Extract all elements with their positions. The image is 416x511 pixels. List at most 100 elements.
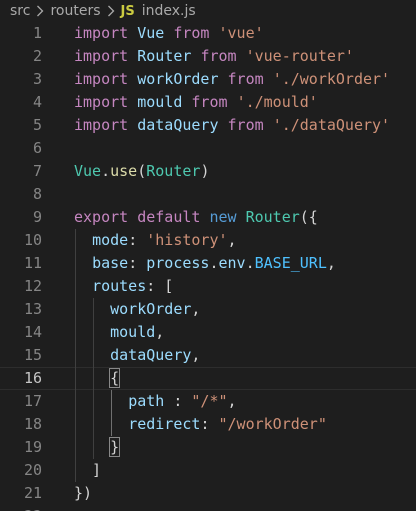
code-line[interactable]: 5 import dataQuery from './dataQuery' <box>0 114 416 137</box>
code-token: . <box>101 162 111 180</box>
line-text: import Router from 'vue-router' <box>74 45 354 68</box>
code-token: } <box>109 437 121 457</box>
code-line[interactable]: 6 <box>0 137 416 160</box>
code-token: "/*" <box>191 392 228 410</box>
line-number: 18 <box>23 415 42 433</box>
code-token: workOrder <box>137 70 219 88</box>
breadcrumb-folder-routers[interactable]: routers <box>50 3 100 19</box>
line-text: import dataQuery from './dataQuery' <box>74 114 390 137</box>
code-line[interactable]: 3 import workOrder from './workOrder' <box>0 68 416 91</box>
line-number: 13 <box>23 300 42 318</box>
code-line[interactable]: 7 Vue.use(Router) <box>0 160 416 183</box>
code-line[interactable]: 13 workOrder, <box>0 298 416 321</box>
code-token: "/workOrder" <box>218 415 327 433</box>
code-line[interactable]: 21}) <box>0 482 416 505</box>
code-token: import <box>74 116 129 134</box>
code-token: from <box>191 93 228 111</box>
code-token: 'history' <box>146 231 228 249</box>
code-token: ( <box>137 162 147 180</box>
line-text: workOrder, <box>74 298 200 321</box>
line-number: 16 <box>23 369 42 387</box>
line-number: 8 <box>32 185 42 203</box>
code-token: dataQuery <box>110 346 192 364</box>
code-token: ) <box>200 162 210 180</box>
code-token: workOrder <box>110 300 192 318</box>
line-text: Vue.use(Router) <box>74 160 209 183</box>
breadcrumb-file-name[interactable]: index.js <box>142 3 196 19</box>
breadcrumb-folder-src[interactable]: src <box>10 3 30 19</box>
code-token: 'vue-router' <box>245 47 354 65</box>
line-number: 10 <box>23 231 42 249</box>
line-number: 4 <box>32 93 42 111</box>
code-line[interactable]: 14 mould, <box>0 321 416 344</box>
breadcrumb: src routers JS index.js <box>0 0 416 22</box>
code-token: Router <box>146 162 201 180</box>
code-line[interactable]: 17 path : "/*", <box>0 390 416 413</box>
code-token: { <box>109 368 121 388</box>
code-line[interactable]: 12 routes: [ <box>0 275 416 298</box>
code-line[interactable]: 16 { <box>0 367 416 390</box>
code-line[interactable]: 10 mode: 'history', <box>0 229 416 252</box>
line-number: 9 <box>32 208 42 226</box>
line-text: import Vue from 'vue' <box>74 22 264 45</box>
code-token: './mould' <box>236 93 318 111</box>
code-token: , <box>227 231 237 249</box>
code-token: from <box>227 70 264 88</box>
line-text: base: process.env.BASE_URL, <box>74 252 336 275</box>
line-number: 21 <box>23 484 42 502</box>
code-token: 'vue' <box>218 24 264 42</box>
line-number: 12 <box>23 277 42 295</box>
line-text: { <box>74 367 121 390</box>
code-line[interactable]: 8 <box>0 183 416 206</box>
line-number: 2 <box>32 47 42 65</box>
code-editor[interactable]: src routers JS index.js 1 import Vue from… <box>0 0 416 511</box>
code-token: dataQuery <box>137 116 219 134</box>
code-lines[interactable]: 1 import Vue from 'vue' 2 import Router fro… <box>0 22 416 511</box>
code-line[interactable]: 22 <box>0 505 416 511</box>
code-token: mould <box>137 93 183 111</box>
code-token: export <box>74 208 129 226</box>
code-token: : <box>164 392 192 410</box>
code-line[interactable]: 1 import Vue from 'vue' <box>0 22 416 45</box>
code-line[interactable]: 11 base: process.env.BASE_URL, <box>0 252 416 275</box>
code-token: routes <box>92 277 147 295</box>
code-line[interactable]: 20 ] <box>0 459 416 482</box>
code-token: import <box>74 47 129 65</box>
code-line[interactable]: 2 import Router from 'vue-router' <box>0 45 416 68</box>
code-token: import <box>74 24 129 42</box>
chevron-right-icon <box>107 5 115 17</box>
code-token: mode <box>92 231 129 249</box>
code-token: use <box>110 162 138 180</box>
code-token: Router <box>137 47 192 65</box>
code-token: new <box>209 208 237 226</box>
code-token: path <box>128 392 165 410</box>
code-line[interactable]: 19 } <box>0 436 416 459</box>
line-text: } <box>74 436 121 459</box>
code-token: './dataQuery' <box>272 116 391 134</box>
code-line[interactable]: 18 redirect: "/workOrder" <box>0 413 416 436</box>
code-line[interactable]: 4 import mould from './mould' <box>0 91 416 114</box>
code-line[interactable]: 9 export default new Router({ <box>0 206 416 229</box>
code-line[interactable]: 15 dataQuery, <box>0 344 416 367</box>
code-token: redirect <box>128 415 201 433</box>
code-token: from <box>200 47 237 65</box>
line-number: 11 <box>23 254 42 272</box>
